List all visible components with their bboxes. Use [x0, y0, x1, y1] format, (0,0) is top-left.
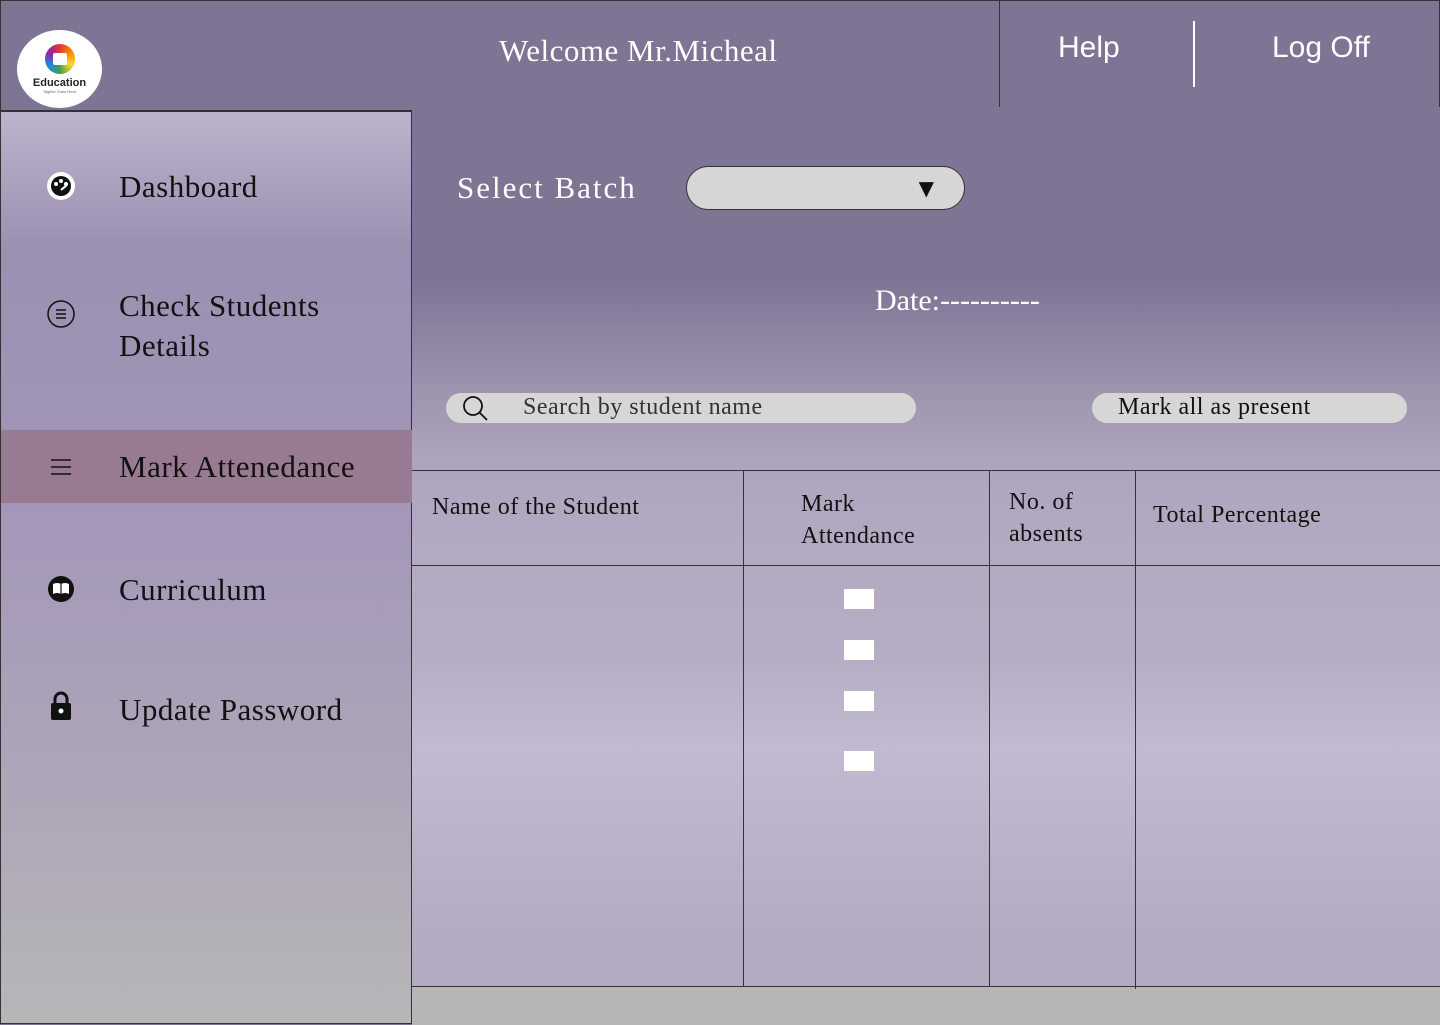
batch-dropdown[interactable]: ▼: [686, 166, 965, 210]
column-header-total-percentage: Total Percentage: [1153, 502, 1322, 528]
book-icon: [45, 573, 77, 605]
column-header-absents: absents: [1009, 521, 1084, 547]
search-input[interactable]: Search by student name: [446, 393, 916, 423]
education-logo[interactable]: Education Tagline Goes Here: [17, 30, 102, 108]
header-divider: [999, 1, 1000, 108]
sidebar-item-label: Mark Attenedance: [119, 449, 356, 484]
sidebar-item-update-password[interactable]: Update Password: [1, 688, 412, 732]
column-header-mark: Mark: [801, 491, 855, 517]
table-column-divider: [1135, 470, 1136, 989]
attendance-checkbox[interactable]: [844, 640, 874, 660]
column-header-no-of: No. of: [1009, 489, 1074, 515]
mark-all-present-label: Mark all as present: [1118, 394, 1311, 420]
lock-icon: [45, 690, 77, 722]
logo-tagline: Tagline Goes Here: [42, 89, 77, 94]
main-footer-area: [412, 986, 1440, 1025]
top-header: Education Tagline Goes Here Welcome Mr.M…: [0, 0, 1440, 111]
sidebar-item-label-line2: Details: [119, 328, 211, 363]
table-column-divider: [989, 470, 990, 986]
sidebar-item-label: Check Students: [119, 288, 320, 323]
welcome-text: Welcome Mr.Micheal: [499, 33, 778, 68]
attendance-checkbox[interactable]: [844, 691, 874, 711]
dropdown-arrow-icon: ▼: [918, 176, 934, 200]
table-header-border: [412, 565, 1440, 566]
select-batch-label: Select Batch: [457, 170, 637, 205]
mark-all-present-button[interactable]: Mark all as present: [1092, 393, 1407, 423]
list-circle-icon: [45, 298, 77, 330]
logo-mark-icon: [44, 44, 75, 74]
header-divider: [1193, 21, 1195, 87]
dashboard-icon: [45, 170, 77, 202]
menu-icon: [45, 451, 77, 483]
sidebar-item-check-students[interactable]: Check Students Details: [1, 284, 412, 368]
attendance-checkbox[interactable]: [844, 751, 874, 771]
sidebar-item-label: Update Password: [119, 692, 343, 727]
sidebar: Dashboard Check Students Details Mark At…: [0, 111, 412, 1024]
column-header-attendance: Attendance: [801, 523, 916, 549]
help-link[interactable]: Help: [1058, 31, 1120, 65]
sidebar-item-curriculum[interactable]: Curriculum: [1, 568, 412, 612]
sidebar-item-mark-attendance[interactable]: Mark Attenedance: [1, 430, 412, 503]
logoff-link[interactable]: Log Off: [1272, 31, 1370, 65]
sidebar-item-label: Curriculum: [119, 572, 267, 607]
table-border-top: [412, 470, 1440, 471]
logo-name: Education: [32, 77, 87, 89]
column-header-student-name: Name of the Student: [432, 494, 640, 520]
sidebar-item-label: Dashboard: [119, 169, 258, 204]
search-placeholder: Search by student name: [523, 394, 763, 420]
table-column-divider: [743, 470, 744, 986]
search-icon: [460, 393, 490, 428]
date-display: Date:----------: [875, 284, 1040, 317]
sidebar-item-dashboard[interactable]: Dashboard: [1, 165, 412, 209]
attendance-checkbox[interactable]: [844, 589, 874, 609]
